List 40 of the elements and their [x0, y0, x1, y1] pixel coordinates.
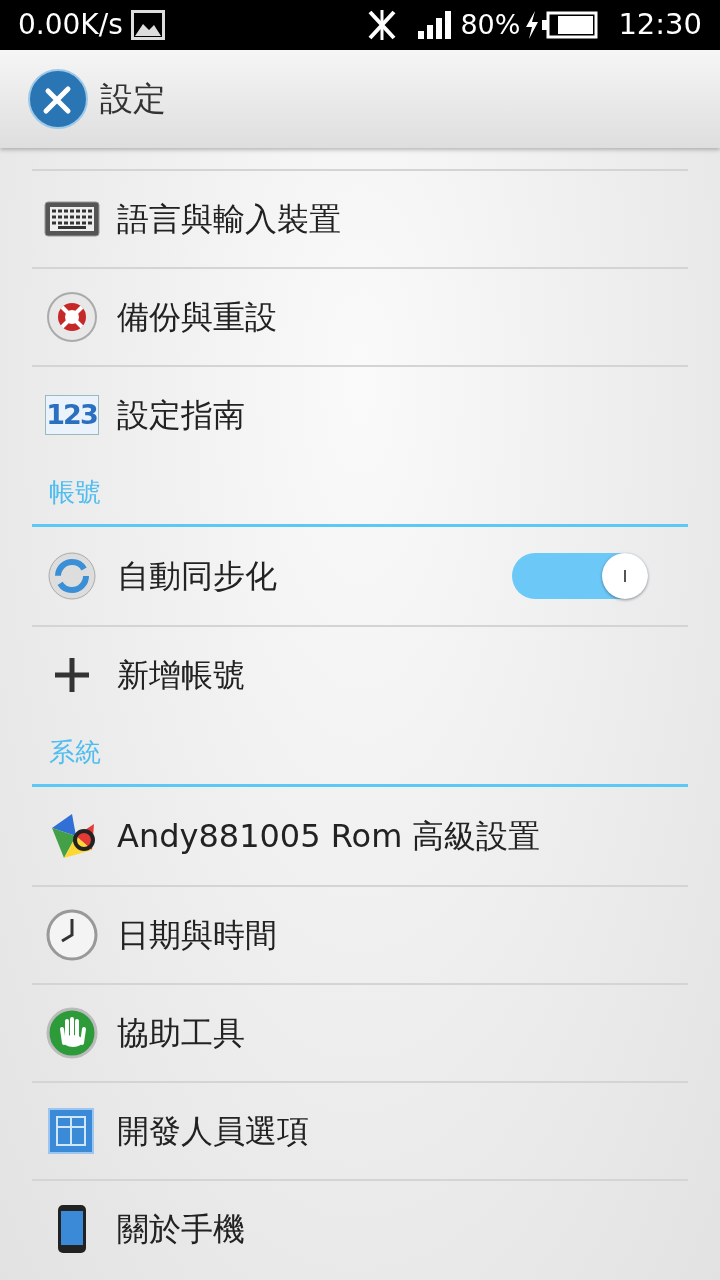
phone-icon	[55, 1204, 88, 1254]
row-label: 自動同步化	[117, 556, 278, 597]
blueprint-icon	[46, 1107, 97, 1155]
lifebuoy-icon	[45, 291, 98, 343]
row-label: 備份與重設	[117, 297, 278, 338]
row-label: 關於手機	[117, 1209, 246, 1250]
settings-row[interactable]: 開發人員選項	[32, 1081, 688, 1179]
settings-row[interactable]: 備份與重設	[32, 267, 688, 365]
row-label: 設定指南	[117, 395, 246, 436]
charging-icon	[524, 11, 541, 39]
settings-row[interactable]: 123 設定指南	[32, 365, 688, 463]
settings-row[interactable]: 關於手機	[32, 1179, 688, 1277]
section-header: 系統	[49, 736, 101, 769]
keyboard-icon	[43, 199, 100, 239]
row-label: Andy881005 Rom 高級設置	[117, 816, 542, 857]
settings-row[interactable]: 語言與輸入裝置	[32, 169, 688, 267]
settings-row[interactable]: 日期與時間	[32, 885, 688, 983]
hand-icon	[45, 1007, 98, 1059]
clock-icon	[45, 909, 98, 961]
settings-row[interactable]: 新增帳號	[32, 625, 688, 723]
settings-icon	[28, 69, 88, 129]
battery-percent: 80%	[460, 7, 521, 42]
row-label: 語言與輸入裝置	[117, 199, 342, 240]
battery-icon	[542, 11, 599, 39]
row-label: 開發人員選項	[117, 1111, 310, 1152]
toggle-switch[interactable]	[512, 553, 648, 599]
network-speed: 0.00K/s	[18, 7, 123, 43]
row-label: 新增帳號	[117, 655, 246, 696]
settings-row[interactable]: 協助工具	[32, 983, 688, 1081]
image-icon	[130, 10, 165, 40]
row-label: 日期與時間	[117, 915, 278, 956]
section-header: 帳號	[49, 476, 101, 509]
sync-icon	[46, 551, 97, 601]
settings-row[interactable]: Andy881005 Rom 高級設置	[32, 787, 688, 885]
number-badge-icon: 123	[44, 395, 99, 435]
clock: 12:30	[618, 6, 702, 44]
screen-title: 設定	[100, 78, 166, 121]
settings-row[interactable]: 自動同步化	[32, 527, 688, 625]
signal-icon	[418, 11, 453, 39]
row-label: 協助工具	[117, 1013, 246, 1054]
